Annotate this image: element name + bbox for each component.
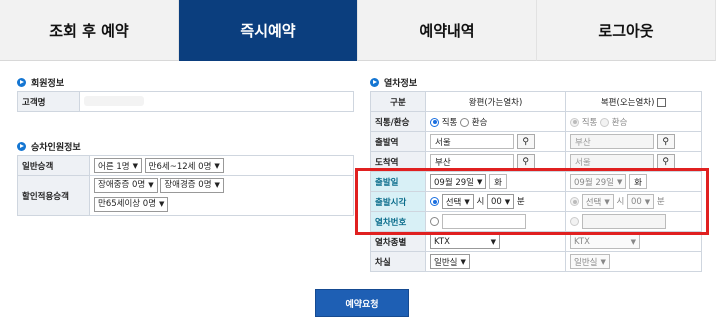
row-class-label: 차실 bbox=[370, 251, 426, 272]
disabled-severe-select[interactable]: 장애중증 0명 ▼ bbox=[94, 177, 158, 193]
out-class-select[interactable]: 일반실 ▼ bbox=[430, 254, 470, 269]
member-table: 고객명 bbox=[17, 91, 354, 112]
ret-kind-select[interactable]: KTX ▼ bbox=[570, 234, 640, 249]
tab-instant-reserve[interactable]: 즉시예약 bbox=[179, 0, 358, 61]
tab-reservation-history[interactable]: 예약내역 bbox=[358, 0, 537, 61]
member-section-title: 회원정보 bbox=[17, 76, 64, 89]
chevron-down-icon: ▼ bbox=[214, 180, 220, 189]
out-departure-input[interactable]: 서울 bbox=[430, 134, 514, 149]
ret-arrival-input[interactable]: 서울 bbox=[570, 154, 654, 169]
row-dep-label: 출발역 bbox=[370, 131, 426, 152]
ret-arr-search-icon[interactable]: ⚲ bbox=[656, 154, 675, 169]
chevron-down-icon: ▼ bbox=[159, 199, 165, 208]
adult-count-select[interactable]: 어른 1명 ▼ bbox=[94, 158, 142, 173]
senior-count-select[interactable]: 만65세이상 0명 ▼ bbox=[94, 196, 169, 212]
masked-name bbox=[84, 96, 144, 107]
out-arrival-input[interactable]: 부산 bbox=[430, 154, 514, 169]
return-trip-checkbox[interactable] bbox=[657, 97, 667, 107]
general-passenger-label: 일반승객 bbox=[17, 155, 90, 176]
out-arr-search-icon[interactable]: ⚲ bbox=[516, 154, 535, 169]
train-section-title: 열차정보 bbox=[370, 76, 417, 89]
chevron-down-icon: ▼ bbox=[630, 237, 636, 246]
passenger-table: 일반승객 어른 1명 ▼ 만6세~12세 0명 ▼ 할인적용승객 장애중증 0명 ▼ … bbox=[17, 155, 354, 216]
chevron-down-icon: ▼ bbox=[132, 161, 138, 170]
col-label-header: 구분 bbox=[370, 91, 426, 112]
ret-transfer-radio[interactable] bbox=[600, 117, 610, 127]
chevron-down-icon: ▼ bbox=[148, 180, 154, 189]
outbound-header: 왕편(가는열차) bbox=[425, 91, 566, 112]
out-kind-select[interactable]: KTX ▼ bbox=[430, 234, 500, 249]
customer-name-label: 고객명 bbox=[17, 91, 80, 112]
discount-passenger-label: 할인적용승객 bbox=[17, 175, 90, 216]
chevron-down-icon: ▼ bbox=[460, 257, 466, 266]
highlight-box bbox=[355, 168, 709, 235]
chevron-down-icon: ▼ bbox=[214, 161, 220, 170]
row-type-label: 직통/환승 bbox=[370, 111, 426, 132]
ret-dep-search-icon[interactable]: ⚲ bbox=[656, 134, 675, 149]
reserve-request-button[interactable]: 예약요청 bbox=[315, 289, 409, 317]
section-bullet-icon bbox=[17, 78, 26, 87]
section-bullet-icon bbox=[17, 142, 26, 151]
disabled-mild-select[interactable]: 장애경증 0명 ▼ bbox=[160, 177, 224, 193]
tab-search-reserve[interactable]: 조회 후 예약 bbox=[0, 0, 179, 61]
out-dep-search-icon[interactable]: ⚲ bbox=[516, 134, 535, 149]
out-direct-radio[interactable] bbox=[430, 117, 439, 127]
customer-name-value bbox=[79, 91, 354, 112]
ret-class-select[interactable]: 일반실 ▼ bbox=[570, 254, 610, 269]
tab-logout[interactable]: 로그아웃 bbox=[537, 0, 716, 61]
ret-direct-radio[interactable] bbox=[570, 117, 579, 127]
ret-departure-input[interactable]: 부산 bbox=[570, 134, 654, 149]
return-header: 복편(오는열차) bbox=[565, 91, 702, 112]
out-transfer-radio[interactable] bbox=[460, 117, 470, 127]
chevron-down-icon: ▼ bbox=[600, 257, 606, 266]
chevron-down-icon: ▼ bbox=[490, 237, 496, 246]
top-tab-bar: 조회 후 예약 즉시예약 예약내역 로그아웃 bbox=[0, 0, 716, 61]
child-count-select[interactable]: 만6세~12세 0명 ▼ bbox=[144, 158, 224, 173]
section-bullet-icon bbox=[370, 78, 379, 87]
passenger-section-title: 승차인원정보 bbox=[17, 140, 81, 153]
